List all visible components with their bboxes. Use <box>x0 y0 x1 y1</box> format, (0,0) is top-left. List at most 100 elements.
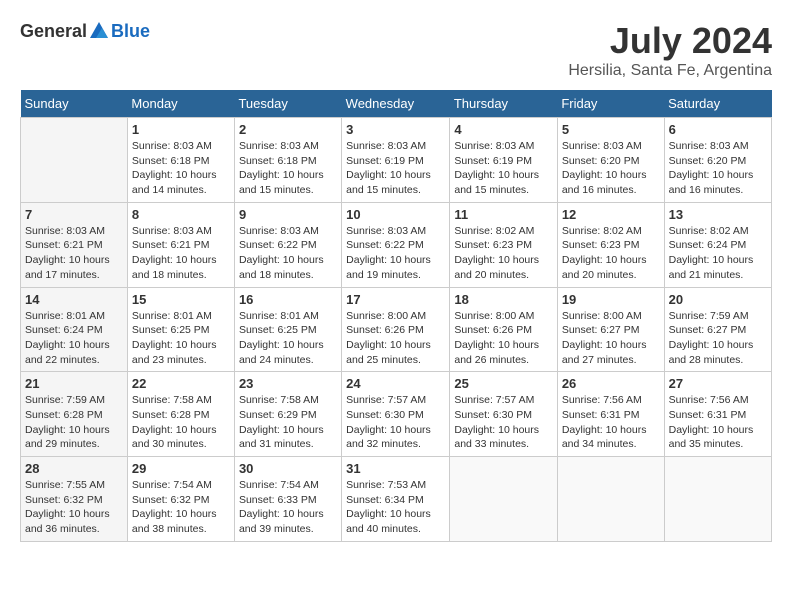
calendar-week-row: 28Sunrise: 7:55 AM Sunset: 6:32 PM Dayli… <box>21 457 772 542</box>
day-info: Sunrise: 8:01 AM Sunset: 6:25 PM Dayligh… <box>132 309 230 368</box>
day-info: Sunrise: 8:03 AM Sunset: 6:22 PM Dayligh… <box>346 224 445 283</box>
day-info: Sunrise: 7:57 AM Sunset: 6:30 PM Dayligh… <box>454 393 552 452</box>
col-friday: Friday <box>557 90 664 118</box>
day-number: 9 <box>239 207 337 222</box>
day-info: Sunrise: 7:53 AM Sunset: 6:34 PM Dayligh… <box>346 478 445 537</box>
day-number: 4 <box>454 122 552 137</box>
table-row: 6 Sunrise: 8:03 AM Sunset: 6:20 PM Daylig… <box>664 118 771 203</box>
col-sunday: Sunday <box>21 90 128 118</box>
table-row: 26 Sunrise: 7:56 AM Sunset: 6:31 PM Dayli… <box>557 372 664 457</box>
day-number: 24 <box>346 376 445 391</box>
day-number: 22 <box>132 376 230 391</box>
day-info: Sunrise: 7:56 AM Sunset: 6:31 PM Dayligh… <box>669 393 767 452</box>
day-number: 2 <box>239 122 337 137</box>
day-info: Sunrise: 8:00 AM Sunset: 6:26 PM Dayligh… <box>454 309 552 368</box>
table-row: 12 Sunrise: 8:02 AM Sunset: 6:23 PM Dayli… <box>557 202 664 287</box>
table-row <box>21 118 128 203</box>
table-row: 10 Sunrise: 8:03 AM Sunset: 6:22 PM Dayli… <box>342 202 450 287</box>
col-wednesday: Wednesday <box>342 90 450 118</box>
table-row: 19 Sunrise: 8:00 AM Sunset: 6:27 PM Dayli… <box>557 287 664 372</box>
table-row <box>664 457 771 542</box>
day-number: 21 <box>25 376 123 391</box>
day-number: 3 <box>346 122 445 137</box>
calendar-table: Sunday Monday Tuesday Wednesday Thursday… <box>20 90 772 542</box>
day-number: 29 <box>132 461 230 476</box>
day-info: Sunrise: 8:01 AM Sunset: 6:24 PM Dayligh… <box>25 309 123 368</box>
calendar-week-row: 14 Sunrise: 8:01 AM Sunset: 6:24 PM Dayli… <box>21 287 772 372</box>
day-info: Sunrise: 8:00 AM Sunset: 6:27 PM Dayligh… <box>562 309 660 368</box>
day-number: 18 <box>454 292 552 307</box>
day-info: Sunrise: 7:54 AM Sunset: 6:32 PM Dayligh… <box>132 478 230 537</box>
table-row: 18 Sunrise: 8:00 AM Sunset: 6:26 PM Dayli… <box>450 287 557 372</box>
table-row: 31Sunrise: 7:53 AM Sunset: 6:34 PM Dayli… <box>342 457 450 542</box>
day-number: 10 <box>346 207 445 222</box>
table-row: 23Sunrise: 7:58 AM Sunset: 6:29 PM Dayli… <box>234 372 341 457</box>
day-number: 30 <box>239 461 337 476</box>
day-number: 14 <box>25 292 123 307</box>
day-number: 23 <box>239 376 337 391</box>
calendar-week-row: 7 Sunrise: 8:03 AM Sunset: 6:21 PM Daylig… <box>21 202 772 287</box>
table-row: 30 Sunrise: 7:54 AM Sunset: 6:33 PM Dayli… <box>234 457 341 542</box>
table-row: 22 Sunrise: 7:58 AM Sunset: 6:28 PM Dayli… <box>127 372 234 457</box>
day-number: 5 <box>562 122 660 137</box>
day-info: Sunrise: 8:01 AM Sunset: 6:25 PM Dayligh… <box>239 309 337 368</box>
day-info: Sunrise: 8:03 AM Sunset: 6:22 PM Dayligh… <box>239 224 337 283</box>
day-info: Sunrise: 7:59 AM Sunset: 6:28 PM Dayligh… <box>25 393 123 452</box>
day-info: Sunrise: 8:03 AM Sunset: 6:21 PM Dayligh… <box>25 224 123 283</box>
table-row: 1Sunrise: 8:03 AM Sunset: 6:18 PM Daylig… <box>127 118 234 203</box>
day-info: Sunrise: 8:03 AM Sunset: 6:19 PM Dayligh… <box>346 139 445 198</box>
table-row: 13 Sunrise: 8:02 AM Sunset: 6:24 PM Dayli… <box>664 202 771 287</box>
day-number: 26 <box>562 376 660 391</box>
col-saturday: Saturday <box>664 90 771 118</box>
day-number: 13 <box>669 207 767 222</box>
day-info: Sunrise: 8:03 AM Sunset: 6:18 PM Dayligh… <box>239 139 337 198</box>
day-info: Sunrise: 8:00 AM Sunset: 6:26 PM Dayligh… <box>346 309 445 368</box>
day-info: Sunrise: 8:02 AM Sunset: 6:24 PM Dayligh… <box>669 224 767 283</box>
col-monday: Monday <box>127 90 234 118</box>
calendar-week-row: 1Sunrise: 8:03 AM Sunset: 6:18 PM Daylig… <box>21 118 772 203</box>
day-number: 25 <box>454 376 552 391</box>
table-row: 7 Sunrise: 8:03 AM Sunset: 6:21 PM Daylig… <box>21 202 128 287</box>
logo-icon <box>88 20 110 42</box>
table-row: 17 Sunrise: 8:00 AM Sunset: 6:26 PM Dayli… <box>342 287 450 372</box>
table-row: 21 Sunrise: 7:59 AM Sunset: 6:28 PM Dayli… <box>21 372 128 457</box>
day-number: 11 <box>454 207 552 222</box>
table-row: 4 Sunrise: 8:03 AM Sunset: 6:19 PM Daylig… <box>450 118 557 203</box>
day-info: Sunrise: 7:54 AM Sunset: 6:33 PM Dayligh… <box>239 478 337 537</box>
table-row: 29 Sunrise: 7:54 AM Sunset: 6:32 PM Dayli… <box>127 457 234 542</box>
table-row: 28Sunrise: 7:55 AM Sunset: 6:32 PM Dayli… <box>21 457 128 542</box>
col-tuesday: Tuesday <box>234 90 341 118</box>
day-info: Sunrise: 8:02 AM Sunset: 6:23 PM Dayligh… <box>562 224 660 283</box>
calendar-week-row: 21 Sunrise: 7:59 AM Sunset: 6:28 PM Dayli… <box>21 372 772 457</box>
day-number: 12 <box>562 207 660 222</box>
day-number: 17 <box>346 292 445 307</box>
table-row: 9 Sunrise: 8:03 AM Sunset: 6:22 PM Daylig… <box>234 202 341 287</box>
day-number: 16 <box>239 292 337 307</box>
day-info: Sunrise: 7:58 AM Sunset: 6:28 PM Dayligh… <box>132 393 230 452</box>
table-row: 2 Sunrise: 8:03 AM Sunset: 6:18 PM Daylig… <box>234 118 341 203</box>
day-number: 7 <box>25 207 123 222</box>
day-info: Sunrise: 8:03 AM Sunset: 6:20 PM Dayligh… <box>669 139 767 198</box>
table-row <box>557 457 664 542</box>
page-header: General Blue July 2024 Hersilia, Santa F… <box>20 20 772 80</box>
day-number: 15 <box>132 292 230 307</box>
day-info: Sunrise: 8:03 AM Sunset: 6:19 PM Dayligh… <box>454 139 552 198</box>
day-info: Sunrise: 8:03 AM Sunset: 6:18 PM Dayligh… <box>132 139 230 198</box>
table-row: 16 Sunrise: 8:01 AM Sunset: 6:25 PM Dayli… <box>234 287 341 372</box>
month-title: July 2024 <box>568 20 772 62</box>
day-info: Sunrise: 7:57 AM Sunset: 6:30 PM Dayligh… <box>346 393 445 452</box>
day-number: 27 <box>669 376 767 391</box>
table-row: 14 Sunrise: 8:01 AM Sunset: 6:24 PM Dayli… <box>21 287 128 372</box>
day-number: 6 <box>669 122 767 137</box>
day-number: 8 <box>132 207 230 222</box>
day-info: Sunrise: 8:03 AM Sunset: 6:21 PM Dayligh… <box>132 224 230 283</box>
calendar-header-row: Sunday Monday Tuesday Wednesday Thursday… <box>21 90 772 118</box>
day-info: Sunrise: 7:56 AM Sunset: 6:31 PM Dayligh… <box>562 393 660 452</box>
table-row: 3 Sunrise: 8:03 AM Sunset: 6:19 PM Daylig… <box>342 118 450 203</box>
logo: General Blue <box>20 20 150 42</box>
day-info: Sunrise: 8:02 AM Sunset: 6:23 PM Dayligh… <box>454 224 552 283</box>
day-info: Sunrise: 7:59 AM Sunset: 6:27 PM Dayligh… <box>669 309 767 368</box>
table-row: 27 Sunrise: 7:56 AM Sunset: 6:31 PM Dayli… <box>664 372 771 457</box>
logo-text-general: General <box>20 21 87 42</box>
day-number: 19 <box>562 292 660 307</box>
